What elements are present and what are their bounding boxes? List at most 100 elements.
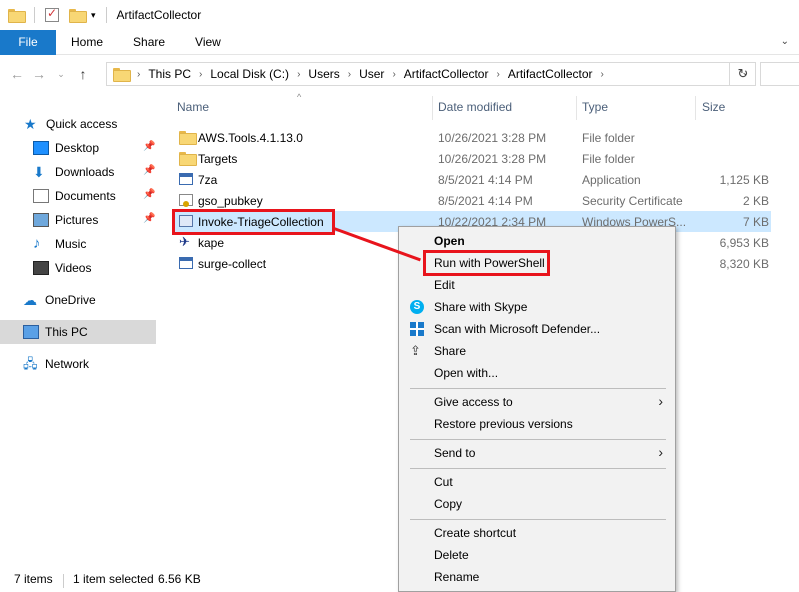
menu-item-label: Share bbox=[434, 344, 467, 358]
chevron-right-icon: › bbox=[658, 393, 663, 409]
menu-item-rename[interactable]: Rename bbox=[401, 566, 673, 588]
item-count: 7 items bbox=[14, 572, 53, 586]
folder-icon bbox=[8, 9, 26, 23]
pin-icon: 📌 bbox=[143, 213, 156, 224]
sidebar-item-label: Music bbox=[55, 237, 87, 251]
column-divider[interactable] bbox=[576, 96, 577, 120]
column-divider[interactable] bbox=[695, 96, 696, 120]
breadcrumb-artifactcollector[interactable]: ArtifactCollector bbox=[404, 67, 489, 81]
customize-toolbar-icon[interactable]: ▾ bbox=[91, 10, 96, 21]
menu-item-scan-with-defender[interactable]: Scan with Microsoft Defender... bbox=[401, 318, 673, 340]
folder-icon bbox=[113, 68, 131, 82]
selection-size: 6.56 KB bbox=[158, 572, 201, 586]
expand-ribbon-icon[interactable]: ⌄ bbox=[781, 36, 789, 47]
menu-item-share[interactable]: ⇪ Share bbox=[401, 340, 673, 362]
breadcrumb-separator: › bbox=[496, 68, 500, 80]
divider bbox=[34, 7, 35, 23]
search-input[interactable] bbox=[760, 62, 799, 86]
context-menu: Open Run with PowerShell Edit S Share wi… bbox=[398, 226, 676, 592]
breadcrumb-separator: › bbox=[600, 68, 604, 80]
navigation-bar: ← → ⌄ ↑ › This PC › Local Disk (C:) › Us… bbox=[0, 56, 799, 92]
refresh-icon[interactable]: ↻ bbox=[729, 62, 756, 86]
column-divider[interactable] bbox=[432, 96, 433, 120]
pin-icon: 📌 bbox=[143, 189, 156, 200]
star-icon: ★ bbox=[24, 116, 37, 132]
file-row[interactable]: AWS.Tools.4.1.13.0 10/26/2021 3:28 PM Fi… bbox=[173, 127, 771, 148]
menu-item-cut[interactable]: Cut bbox=[401, 471, 673, 493]
menu-item-give-access-to[interactable]: Give access to › bbox=[401, 391, 673, 413]
address-bar[interactable]: › This PC › Local Disk (C:) › Users › Us… bbox=[106, 62, 756, 86]
sidebar-item-documents[interactable]: Documents 📌 bbox=[0, 185, 156, 207]
recent-locations-icon[interactable]: ⌄ bbox=[50, 69, 72, 80]
navigation-pane: ★ Quick access Desktop 📌 ⬇ Downloads 📌 D… bbox=[0, 92, 156, 564]
sidebar-item-onedrive[interactable]: ☁ OneDrive bbox=[0, 289, 156, 311]
file-type: File folder bbox=[582, 130, 635, 145]
sidebar-item-label: Downloads bbox=[55, 165, 115, 179]
breadcrumb-artifactcollector-current[interactable]: ArtifactCollector bbox=[508, 67, 593, 81]
new-folder-icon[interactable] bbox=[69, 9, 87, 23]
tab-share[interactable]: Share bbox=[118, 35, 180, 49]
file-date: 8/5/2021 4:14 PM bbox=[438, 193, 533, 208]
breadcrumb-separator: › bbox=[297, 68, 301, 80]
menu-item-label: Give access to bbox=[434, 395, 513, 409]
annotation-highlight-menu-item bbox=[423, 250, 550, 276]
divider bbox=[105, 7, 107, 23]
file-row[interactable]: Targets 10/26/2021 3:28 PM File folder bbox=[173, 148, 771, 169]
this-pc-icon bbox=[23, 325, 39, 339]
column-header-size[interactable]: Size bbox=[702, 100, 725, 114]
file-row[interactable]: gso_pubkey 8/5/2021 4:14 PM Security Cer… bbox=[173, 190, 771, 211]
menu-separator bbox=[410, 439, 666, 440]
menu-item-create-shortcut[interactable]: Create shortcut bbox=[401, 522, 673, 544]
music-icon: ♪ bbox=[33, 235, 41, 252]
menu-item-copy[interactable]: Copy bbox=[401, 493, 673, 515]
menu-item-edit[interactable]: Edit bbox=[401, 274, 673, 296]
menu-item-label: Open with... bbox=[434, 366, 499, 380]
forward-arrow-icon[interactable]: → bbox=[28, 66, 50, 82]
sidebar-item-desktop[interactable]: Desktop 📌 bbox=[0, 137, 156, 159]
menu-item-label: Scan with Microsoft Defender... bbox=[434, 322, 601, 336]
sidebar-item-videos[interactable]: Videos bbox=[0, 257, 156, 279]
pin-icon: 📌 bbox=[143, 141, 156, 152]
breadcrumb-users[interactable]: Users bbox=[308, 67, 339, 81]
properties-icon[interactable] bbox=[45, 6, 59, 22]
breadcrumb-local-disk[interactable]: Local Disk (C:) bbox=[210, 67, 289, 81]
menu-item-send-to[interactable]: Send to › bbox=[401, 442, 673, 464]
up-arrow-icon[interactable]: ↑ bbox=[72, 66, 94, 82]
breadcrumb-this-pc[interactable]: This PC bbox=[148, 67, 191, 81]
breadcrumb-user[interactable]: User bbox=[359, 67, 384, 81]
defender-shield-icon bbox=[410, 322, 424, 336]
tab-view[interactable]: View bbox=[180, 35, 236, 49]
column-header-date-modified[interactable]: Date modified bbox=[438, 100, 512, 114]
menu-item-share-with-skype[interactable]: S Share with Skype bbox=[401, 296, 673, 318]
back-arrow-icon[interactable]: ← bbox=[6, 66, 28, 82]
sidebar-item-label: Pictures bbox=[55, 213, 99, 227]
file-row[interactable]: 7za 8/5/2021 4:14 PM Application 1,125 K… bbox=[173, 169, 771, 190]
file-name: kape bbox=[198, 235, 225, 250]
tab-home[interactable]: Home bbox=[56, 35, 118, 49]
sidebar-item-downloads[interactable]: ⬇ Downloads 📌 bbox=[0, 161, 156, 183]
menu-item-restore-previous-versions[interactable]: Restore previous versions bbox=[401, 413, 673, 435]
menu-item-open-with[interactable]: Open with... bbox=[401, 362, 673, 384]
file-name: 7za bbox=[198, 172, 218, 187]
window-title: ArtifactCollector bbox=[116, 8, 202, 22]
title-bar: ▾ ArtifactCollector bbox=[0, 0, 799, 30]
breadcrumb-separator: › bbox=[347, 68, 352, 80]
file-date: 8/5/2021 4:14 PM bbox=[438, 172, 533, 187]
file-size: 2 KB bbox=[742, 193, 769, 208]
column-header-type[interactable]: Type bbox=[582, 100, 608, 114]
menu-separator bbox=[410, 519, 666, 520]
sidebar-item-music[interactable]: ♪ Music bbox=[0, 233, 156, 255]
certificate-icon bbox=[179, 194, 193, 207]
sidebar-item-pictures[interactable]: Pictures 📌 bbox=[0, 209, 156, 231]
sidebar-item-quick-access[interactable]: ★ Quick access bbox=[0, 113, 156, 135]
file-name: surge-collect bbox=[198, 256, 267, 271]
file-size: 8,320 KB bbox=[719, 256, 769, 271]
menu-item-label: Create shortcut bbox=[434, 526, 517, 540]
menu-item-delete[interactable]: Delete bbox=[401, 544, 673, 566]
breadcrumb-separator: › bbox=[199, 68, 203, 80]
tab-file[interactable]: File bbox=[0, 29, 56, 55]
column-header-name[interactable]: Name bbox=[177, 100, 209, 114]
menu-item-open[interactable]: Open bbox=[401, 230, 673, 252]
sidebar-item-network[interactable]: 🖧 Network bbox=[0, 353, 156, 375]
sidebar-item-this-pc[interactable]: This PC bbox=[0, 320, 156, 344]
